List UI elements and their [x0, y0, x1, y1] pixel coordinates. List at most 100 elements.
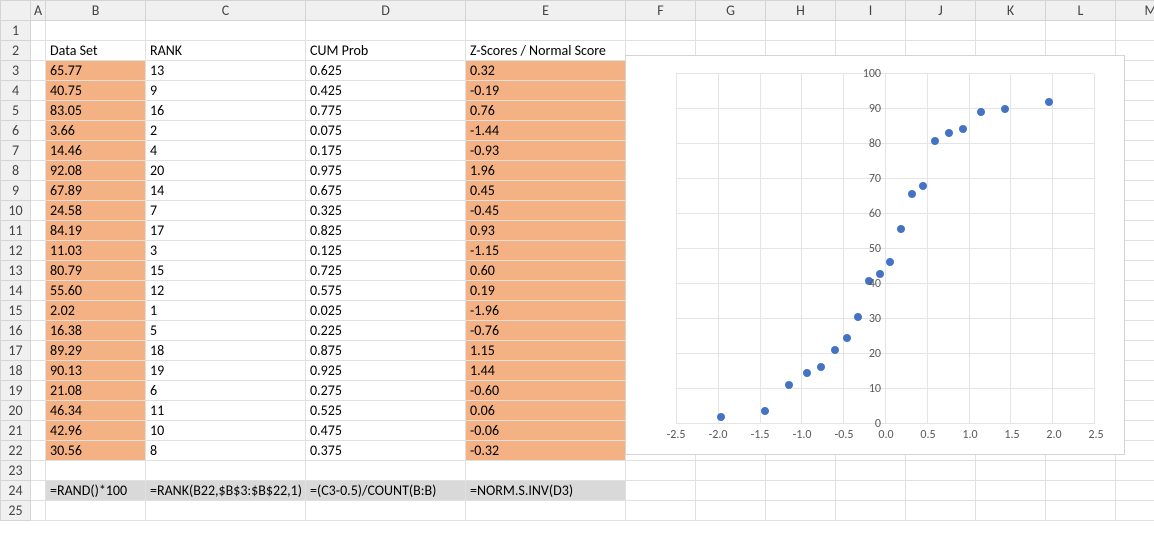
- cell-E9[interactable]: 0.45: [466, 181, 626, 201]
- cell-A6[interactable]: [31, 121, 46, 141]
- cell-D16[interactable]: 0.225: [306, 321, 466, 341]
- cell-E1[interactable]: [466, 21, 626, 41]
- column-header-i[interactable]: I: [836, 1, 906, 21]
- cell-D1[interactable]: [306, 21, 466, 41]
- cell-D24[interactable]: =(C3-0.5)/COUNT(B:B): [306, 481, 466, 501]
- cell-D23[interactable]: [306, 461, 466, 481]
- column-header-k[interactable]: K: [976, 1, 1046, 21]
- cell-G25[interactable]: [696, 501, 766, 521]
- cell-C9[interactable]: 14: [146, 181, 306, 201]
- cell-I1[interactable]: [836, 21, 906, 41]
- cell-B14[interactable]: 55.60: [46, 281, 146, 301]
- row-header-17[interactable]: 17: [1, 341, 31, 361]
- cell-J25[interactable]: [906, 501, 976, 521]
- cell-D17[interactable]: 0.875: [306, 341, 466, 361]
- cell-A9[interactable]: [31, 181, 46, 201]
- cell-B9[interactable]: 67.89: [46, 181, 146, 201]
- cell-M25[interactable]: [1116, 501, 1154, 521]
- cell-D6[interactable]: 0.075: [306, 121, 466, 141]
- cell-L23[interactable]: [1046, 461, 1116, 481]
- row-header-20[interactable]: 20: [1, 401, 31, 421]
- cell-A12[interactable]: [31, 241, 46, 261]
- row-header-18[interactable]: 18: [1, 361, 31, 381]
- cell-D4[interactable]: 0.425: [306, 81, 466, 101]
- cell-C19[interactable]: 6: [146, 381, 306, 401]
- cell-D12[interactable]: 0.125: [306, 241, 466, 261]
- row-header-22[interactable]: 22: [1, 441, 31, 461]
- cell-C10[interactable]: 7: [146, 201, 306, 221]
- cell-B1[interactable]: [46, 21, 146, 41]
- cell-K23[interactable]: [976, 461, 1046, 481]
- cell-B18[interactable]: 90.13: [46, 361, 146, 381]
- cell-A7[interactable]: [31, 141, 46, 161]
- column-header-h[interactable]: H: [766, 1, 836, 21]
- column-header-b[interactable]: B: [46, 1, 146, 21]
- cell-C21[interactable]: 10: [146, 421, 306, 441]
- cell-E10[interactable]: -0.45: [466, 201, 626, 221]
- cell-E22[interactable]: -0.32: [466, 441, 626, 461]
- cell-D11[interactable]: 0.825: [306, 221, 466, 241]
- cell-E2[interactable]: Z-Scores / Normal Score: [466, 41, 626, 61]
- cell-E12[interactable]: -1.15: [466, 241, 626, 261]
- cell-D18[interactable]: 0.925: [306, 361, 466, 381]
- cell-I24[interactable]: [836, 481, 906, 501]
- cell-C22[interactable]: 8: [146, 441, 306, 461]
- cell-L1[interactable]: [1046, 21, 1116, 41]
- cell-E3[interactable]: 0.32: [466, 61, 626, 81]
- cell-C24[interactable]: =RANK(B22,$B$3:$B$22,1): [146, 481, 306, 501]
- cell-A3[interactable]: [31, 61, 46, 81]
- cell-C12[interactable]: 3: [146, 241, 306, 261]
- cell-F23[interactable]: [626, 461, 696, 481]
- cell-D20[interactable]: 0.525: [306, 401, 466, 421]
- cell-A17[interactable]: [31, 341, 46, 361]
- cell-B17[interactable]: 89.29: [46, 341, 146, 361]
- row-header-5[interactable]: 5: [1, 101, 31, 121]
- cell-A15[interactable]: [31, 301, 46, 321]
- row-header-16[interactable]: 16: [1, 321, 31, 341]
- cell-B23[interactable]: [46, 461, 146, 481]
- cell-C1[interactable]: [146, 21, 306, 41]
- cell-C11[interactable]: 17: [146, 221, 306, 241]
- cell-A18[interactable]: [31, 361, 46, 381]
- cell-D21[interactable]: 0.475: [306, 421, 466, 441]
- cell-C8[interactable]: 20: [146, 161, 306, 181]
- cell-C23[interactable]: [146, 461, 306, 481]
- cell-H1[interactable]: [766, 21, 836, 41]
- scatter-chart[interactable]: -2.5-2.0-1.5-1.0-0.50.00.51.01.52.02.501…: [625, 55, 1125, 455]
- row-header-23[interactable]: 23: [1, 461, 31, 481]
- cell-E8[interactable]: 1.96: [466, 161, 626, 181]
- cell-G23[interactable]: [696, 461, 766, 481]
- cell-B15[interactable]: 2.02: [46, 301, 146, 321]
- column-header-g[interactable]: G: [696, 1, 766, 21]
- cell-E16[interactable]: -0.76: [466, 321, 626, 341]
- cell-A25[interactable]: [31, 501, 46, 521]
- cell-J23[interactable]: [906, 461, 976, 481]
- cell-C16[interactable]: 5: [146, 321, 306, 341]
- cell-E4[interactable]: -0.19: [466, 81, 626, 101]
- cell-B24[interactable]: =RAND()*100: [46, 481, 146, 501]
- cell-C7[interactable]: 4: [146, 141, 306, 161]
- cell-B25[interactable]: [46, 501, 146, 521]
- cell-A10[interactable]: [31, 201, 46, 221]
- row-header-12[interactable]: 12: [1, 241, 31, 261]
- cell-A4[interactable]: [31, 81, 46, 101]
- cell-B2[interactable]: Data Set: [46, 41, 146, 61]
- cell-A24[interactable]: [31, 481, 46, 501]
- cell-K24[interactable]: [976, 481, 1046, 501]
- row-header-8[interactable]: 8: [1, 161, 31, 181]
- cell-B5[interactable]: 83.05: [46, 101, 146, 121]
- column-header-c[interactable]: C: [146, 1, 306, 21]
- cell-I25[interactable]: [836, 501, 906, 521]
- cell-C15[interactable]: 1: [146, 301, 306, 321]
- cell-B16[interactable]: 16.38: [46, 321, 146, 341]
- row-header-25[interactable]: 25: [1, 501, 31, 521]
- cell-A14[interactable]: [31, 281, 46, 301]
- row-header-15[interactable]: 15: [1, 301, 31, 321]
- cell-L25[interactable]: [1046, 501, 1116, 521]
- cell-B4[interactable]: 40.75: [46, 81, 146, 101]
- cell-B6[interactable]: 3.66: [46, 121, 146, 141]
- cell-I23[interactable]: [836, 461, 906, 481]
- cell-D13[interactable]: 0.725: [306, 261, 466, 281]
- cell-A20[interactable]: [31, 401, 46, 421]
- cell-H24[interactable]: [766, 481, 836, 501]
